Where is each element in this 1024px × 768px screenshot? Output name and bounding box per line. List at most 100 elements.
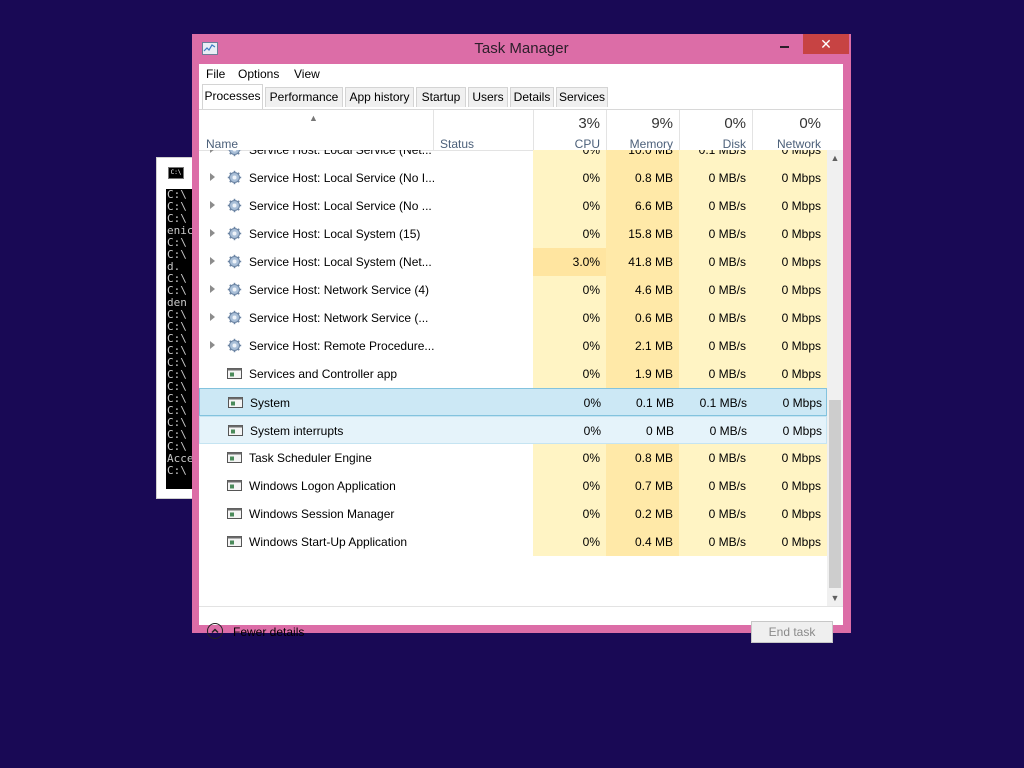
- process-row[interactable]: 0% 0.2 MB 0 MB/s 0 Mbps Windows Session Mana…: [199, 500, 827, 528]
- expand-arrow-icon[interactable]: [210, 229, 215, 237]
- cpu-cell: 0%: [533, 164, 606, 192]
- disk-cell: 0 MB/s: [679, 360, 752, 388]
- expand-arrow-icon[interactable]: [210, 173, 215, 181]
- process-name: Service Host: Local System (15): [249, 227, 421, 241]
- scroll-thumb[interactable]: [829, 400, 841, 588]
- window-icon: [228, 423, 243, 438]
- process-row[interactable]: 0% 4.6 MB 0 MB/s 0 Mbps Service Host: Networ…: [199, 276, 827, 304]
- cpu-cell: 0%: [533, 528, 606, 556]
- process-row[interactable]: 0% 0.4 MB 0 MB/s 0 Mbps Windows Start-Up App…: [199, 528, 827, 556]
- network-cell: 0 Mbps: [782, 396, 822, 410]
- process-name: System: [250, 396, 291, 410]
- scroll-down-icon[interactable]: ▼: [827, 590, 843, 606]
- process-row[interactable]: 0% 0 MB 0 MB/s 0 Mbps System interrupts: [199, 416, 827, 444]
- process-row[interactable]: 0% 0.1 MB 0.1 MB/s 0 Mbps System: [199, 388, 827, 416]
- column-network[interactable]: 0% Network: [752, 110, 827, 151]
- disk-cell: 0 MB/s: [679, 304, 752, 332]
- process-row[interactable]: 0% 0.7 MB 0 MB/s 0 Mbps Windows Logon Applic…: [199, 472, 827, 500]
- column-disk[interactable]: 0% Disk: [679, 110, 752, 151]
- console-icon: C:\: [168, 167, 184, 179]
- network-cell: 0 Mbps: [752, 276, 827, 304]
- cpu-cell: 0%: [533, 332, 606, 360]
- process-row[interactable]: 0% 6.6 MB 0 MB/s 0 Mbps Service Host: Local …: [199, 192, 827, 220]
- column-cpu[interactable]: 3% CPU: [533, 110, 606, 151]
- process-row[interactable]: 0% 0.8 MB 0 MB/s 0 Mbps Service Host: Local …: [199, 164, 827, 192]
- gear-icon: [227, 338, 242, 353]
- menu-view[interactable]: View: [294, 67, 320, 81]
- fewer-details-link[interactable]: Fewer details: [233, 625, 304, 639]
- disk-total-percent: 0%: [724, 115, 746, 132]
- process-row[interactable]: 0% 15.8 MB 0 MB/s 0 Mbps Service Host: Local…: [199, 220, 827, 248]
- network-total-percent: 0%: [799, 115, 821, 132]
- tab-details[interactable]: Details: [510, 87, 554, 107]
- chevron-up-circle-icon[interactable]: [207, 623, 223, 639]
- cpu-total-percent: 3%: [578, 115, 600, 132]
- tab-services[interactable]: Services: [556, 87, 608, 107]
- cpu-cell: 0%: [533, 276, 606, 304]
- process-row[interactable]: 0% 1.9 MB 0 MB/s 0 Mbps Services and Control…: [199, 360, 827, 388]
- console-window[interactable]: C:\ C:\ C:\ C:\ enic C:\ C:\ d. C:\ C:\ den C:\ C:\…: [156, 157, 197, 499]
- column-cpu-label: CPU: [574, 137, 600, 151]
- process-row[interactable]: 0% 0.6 MB 0 MB/s 0 Mbps Service Host: Networ…: [199, 304, 827, 332]
- tab-users[interactable]: Users: [468, 87, 508, 107]
- gear-icon: [227, 198, 242, 213]
- expand-arrow-icon[interactable]: [210, 201, 215, 209]
- end-task-button[interactable]: End task: [751, 621, 833, 643]
- network-cell: 0 Mbps: [752, 220, 827, 248]
- tab-performance[interactable]: Performance: [265, 87, 343, 107]
- network-cell: 0 Mbps: [752, 164, 827, 192]
- network-cell: 0 Mbps: [752, 444, 827, 472]
- process-row[interactable]: 0% 2.1 MB 0 MB/s 0 Mbps Service Host: Remote…: [199, 332, 827, 360]
- tab-app-history[interactable]: App history: [345, 87, 414, 107]
- process-row[interactable]: 3.0% 41.8 MB 0 MB/s 0 Mbps Service Host: Loc…: [199, 248, 827, 276]
- window-icon: [227, 506, 242, 521]
- gear-icon: [227, 254, 242, 269]
- disk-cell: 0 MB/s: [679, 192, 752, 220]
- title-bar[interactable]: Task Manager ✕: [192, 34, 851, 64]
- minimize-icon: [779, 46, 789, 48]
- vertical-scrollbar[interactable]: ▲ ▼: [827, 150, 843, 606]
- process-row[interactable]: 0% 0.8 MB 0 MB/s 0 Mbps Task Scheduler Engin…: [199, 444, 827, 472]
- menu-file[interactable]: File: [206, 67, 225, 81]
- memory-total-percent: 9%: [651, 115, 673, 132]
- expand-arrow-icon[interactable]: [210, 150, 215, 153]
- column-name[interactable]: ▲ Name: [199, 110, 433, 151]
- window-icon: [228, 395, 243, 410]
- process-row[interactable]: 0% 10.0 MB 0.1 MB/s 0 Mbps Service Host: Loc…: [199, 150, 827, 164]
- task-manager-window: Task Manager ✕ File Options View Process…: [192, 34, 851, 643]
- scroll-up-icon[interactable]: ▲: [827, 150, 843, 166]
- memory-cell: 0.7 MB: [606, 472, 679, 500]
- expand-arrow-icon[interactable]: [210, 313, 215, 321]
- column-status[interactable]: Status: [433, 110, 533, 151]
- network-cell: 0 Mbps: [752, 360, 827, 388]
- memory-cell: 0.1 MB: [635, 396, 674, 410]
- window-icon: [227, 478, 242, 493]
- disk-cell: 0 MB/s: [679, 500, 752, 528]
- expand-arrow-icon[interactable]: [210, 257, 215, 265]
- column-header: ▲ Name Status 3% CPU 9% Memory 0% Disk 0…: [199, 110, 843, 151]
- expand-arrow-icon[interactable]: [210, 341, 215, 349]
- disk-cell: 0 MB/s: [679, 248, 752, 276]
- disk-cell: 0 MB/s: [709, 424, 747, 438]
- expand-arrow-icon[interactable]: [210, 285, 215, 293]
- menu-options[interactable]: Options: [238, 67, 279, 81]
- process-name: Windows Logon Application: [249, 479, 396, 493]
- column-network-label: Network: [776, 137, 821, 151]
- memory-cell: 0.8 MB: [606, 164, 679, 192]
- process-name: Service Host: Local Service (No ...: [249, 199, 432, 213]
- disk-cell: 0 MB/s: [679, 220, 752, 248]
- sort-ascending-icon: ▲: [309, 113, 318, 123]
- gear-icon: [227, 310, 242, 325]
- disk-cell: 0 MB/s: [679, 164, 752, 192]
- tab-processes[interactable]: Processes: [202, 84, 263, 109]
- window-icon: [227, 534, 242, 549]
- column-memory[interactable]: 9% Memory: [606, 110, 679, 151]
- tab-startup[interactable]: Startup: [416, 87, 466, 107]
- window-icon: [227, 450, 242, 465]
- network-cell: 0 Mbps: [782, 424, 822, 438]
- cpu-cell: 0%: [533, 360, 606, 388]
- minimize-button[interactable]: [771, 34, 797, 54]
- network-cell: 0 Mbps: [752, 500, 827, 528]
- cpu-cell: 0%: [533, 150, 606, 164]
- close-button[interactable]: ✕: [803, 34, 849, 54]
